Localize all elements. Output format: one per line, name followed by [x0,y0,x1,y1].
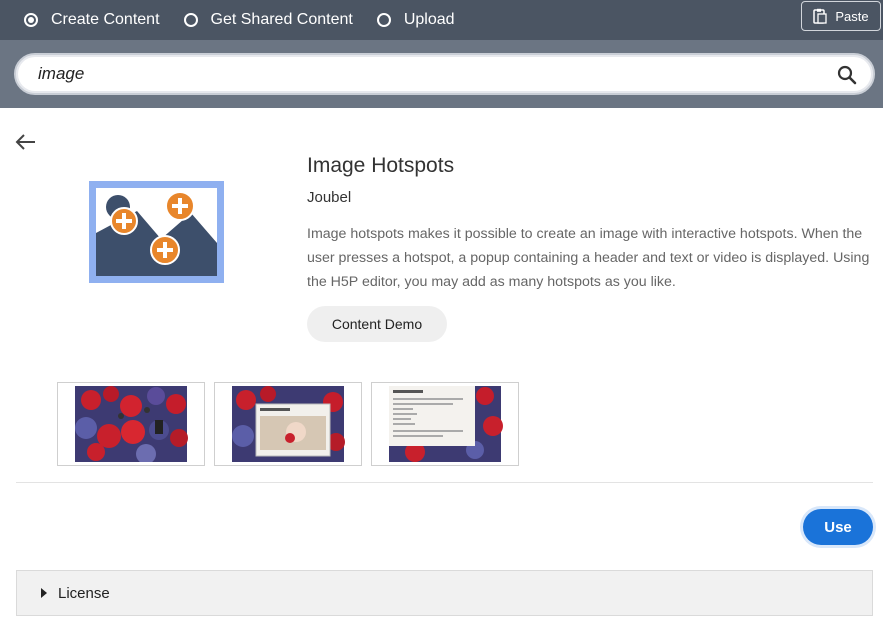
search-bar [0,40,883,108]
caret-right-icon [41,588,47,598]
license-label: License [58,584,110,602]
search-input[interactable] [38,64,798,84]
divider [16,482,873,483]
radio-label: Upload [403,11,455,28]
content-demo-button[interactable]: Content Demo [307,306,447,342]
screenshot-thumbnail[interactable] [57,382,205,466]
content-type-icon [89,181,224,283]
radio-create-content[interactable]: Create Content [24,11,160,29]
radio-unchecked-icon [376,13,391,27]
content-title: Image Hotspots [307,154,455,177]
screenshot-thumbnail[interactable] [371,382,519,466]
content-author: Joubel [307,189,352,206]
paste-button[interactable]: Paste [801,1,881,31]
clipboard-icon [813,8,828,24]
berries-image [75,386,188,462]
search-box [14,53,875,95]
license-accordion[interactable]: License [16,570,873,616]
berries-video-popup-image [232,386,345,462]
radio-label: Create Content [51,11,160,28]
content-description: Image hotspots makes it possible to crea… [307,226,870,290]
screenshot-thumbnail[interactable] [214,382,362,466]
berries-text-popup-image [389,386,503,462]
radio-upload[interactable]: Upload [376,11,455,29]
paste-label: Paste [835,8,869,24]
radio-checked-icon [24,13,38,27]
radio-get-shared-content[interactable]: Get Shared Content [183,11,353,29]
back-arrow-icon[interactable] [14,131,36,153]
screenshot-gallery [57,382,528,466]
radio-unchecked-icon [183,13,198,27]
radio-label: Get Shared Content [210,11,353,28]
search-icon[interactable] [837,65,857,85]
top-bar: Create Content Get Shared Content Upload… [0,0,883,40]
use-button[interactable]: Use [803,509,873,545]
